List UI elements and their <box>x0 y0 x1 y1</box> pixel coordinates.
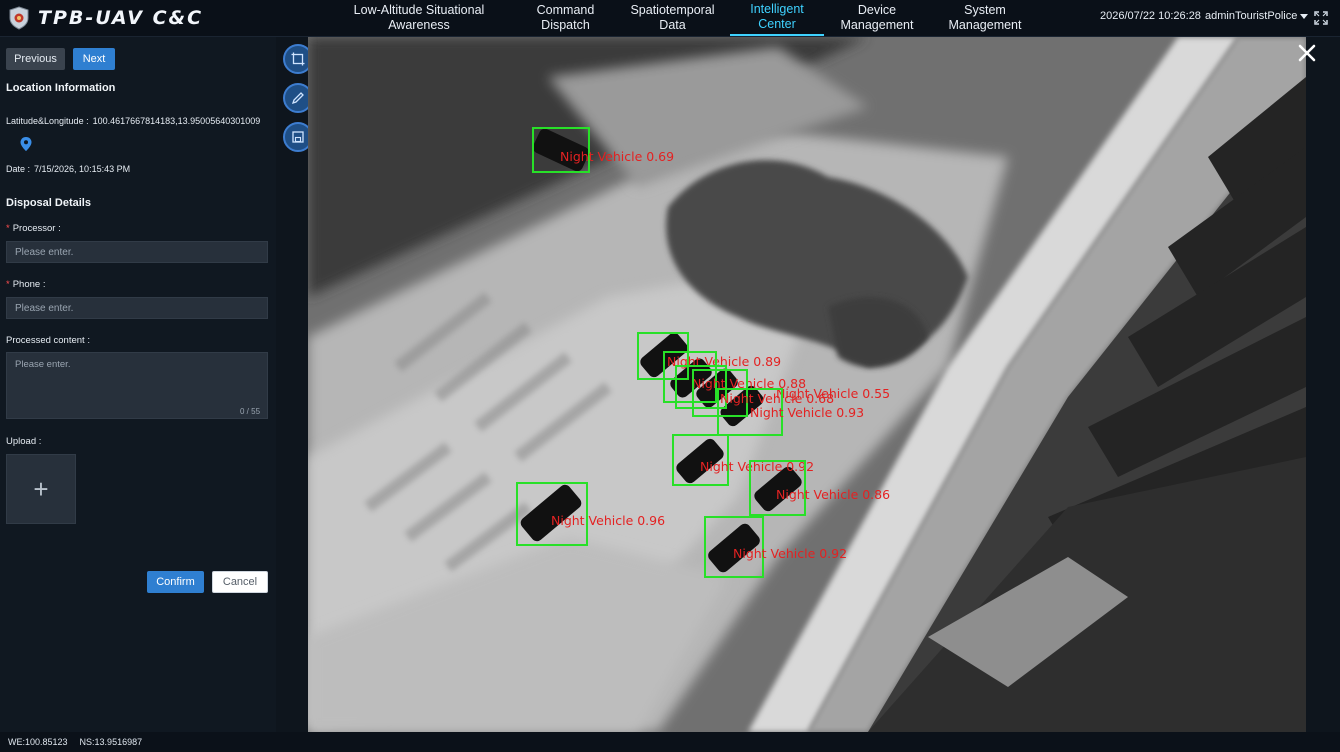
detection-label: Night Vehicle 0.86 <box>776 487 891 502</box>
next-button[interactable]: Next <box>73 48 115 70</box>
shield-logo-icon <box>9 6 29 30</box>
content-char-counter: 0 / 55 <box>240 407 261 416</box>
nav-command-dispatch[interactable]: Command Dispatch <box>500 0 631 36</box>
nav-spatiotemporal-data[interactable]: Spatiotemporal Data <box>630 0 714 36</box>
we-coordinate: WE:100.85123 <box>8 737 68 747</box>
location-pin-icon[interactable] <box>20 137 32 151</box>
nav-system-management[interactable]: System Management <box>930 0 1040 36</box>
cancel-button[interactable]: Cancel <box>212 571 268 593</box>
upload-label: Upload : <box>6 436 42 447</box>
date-value: 7/15/2026, 10:15:43 PM <box>34 164 131 174</box>
pen-icon <box>291 92 304 105</box>
current-datetime: 2026/07/22 10:26:28 <box>1100 10 1201 22</box>
username: adminTouristPolice <box>1205 10 1298 22</box>
main-nav: Low-Altitude Situational Awareness Comma… <box>338 0 1040 36</box>
app-title: TPB-UAV C&C <box>38 7 204 29</box>
plus-icon: + <box>33 474 49 504</box>
latlng-row: Latitude&Longitude :100.4617667814183,13… <box>6 116 260 126</box>
location-section-title: Location Information <box>6 82 116 94</box>
detection-label: Night Vehicle 0.96 <box>551 513 666 528</box>
status-bar <box>0 732 1340 752</box>
right-gutter <box>1306 37 1340 732</box>
disposal-section-title: Disposal Details <box>6 197 91 209</box>
phone-input[interactable] <box>6 297 268 319</box>
close-icon[interactable] <box>1296 42 1318 64</box>
date-label: Date : <box>6 164 31 174</box>
processed-content-label: Processed content : <box>6 335 90 346</box>
fullscreen-icon[interactable] <box>1313 10 1329 26</box>
detection-label: Night Vehicle 0.69 <box>560 149 675 164</box>
confirm-button[interactable]: Confirm <box>147 571 204 593</box>
latlng-label: Latitude&Longitude : <box>6 116 89 126</box>
latlng-value: 100.4617667814183,13.95005640301009 <box>92 116 261 126</box>
cursor-coordinates: WE:100.85123 NS:13.9516987 <box>8 737 154 747</box>
user-menu[interactable]: adminTouristPolice <box>1205 10 1309 22</box>
upload-button[interactable]: + <box>6 454 76 524</box>
date-row: Date :7/15/2026, 10:15:43 PM <box>6 164 130 174</box>
processor-label: * Processor : <box>6 223 61 234</box>
processed-content-textarea[interactable] <box>6 352 268 419</box>
detection-label: Night Vehicle 0.92 <box>733 546 848 561</box>
ns-coordinate: NS:13.9516987 <box>79 737 143 747</box>
nav-device-management[interactable]: Device Management <box>824 0 930 36</box>
phone-label: * Phone : <box>6 279 46 290</box>
caret-down-icon <box>1300 13 1309 19</box>
detection-label: Night Vehicle 0.93 <box>750 405 865 420</box>
thermal-video-frame[interactable]: Night Vehicle 0.69 Night Vehicle 0.89 Ni… <box>308 37 1306 732</box>
previous-button[interactable]: Previous <box>6 48 65 70</box>
crop-icon <box>291 52 305 66</box>
processor-input[interactable] <box>6 241 268 263</box>
save-icon <box>292 131 304 143</box>
brand: TPB-UAV C&C <box>8 5 203 31</box>
nav-low-altitude-awareness[interactable]: Low-Altitude Situational Awareness <box>338 0 500 36</box>
thermal-scene-image <box>308 37 1306 732</box>
nav-intelligent-center[interactable]: Intelligent Center <box>730 0 824 36</box>
